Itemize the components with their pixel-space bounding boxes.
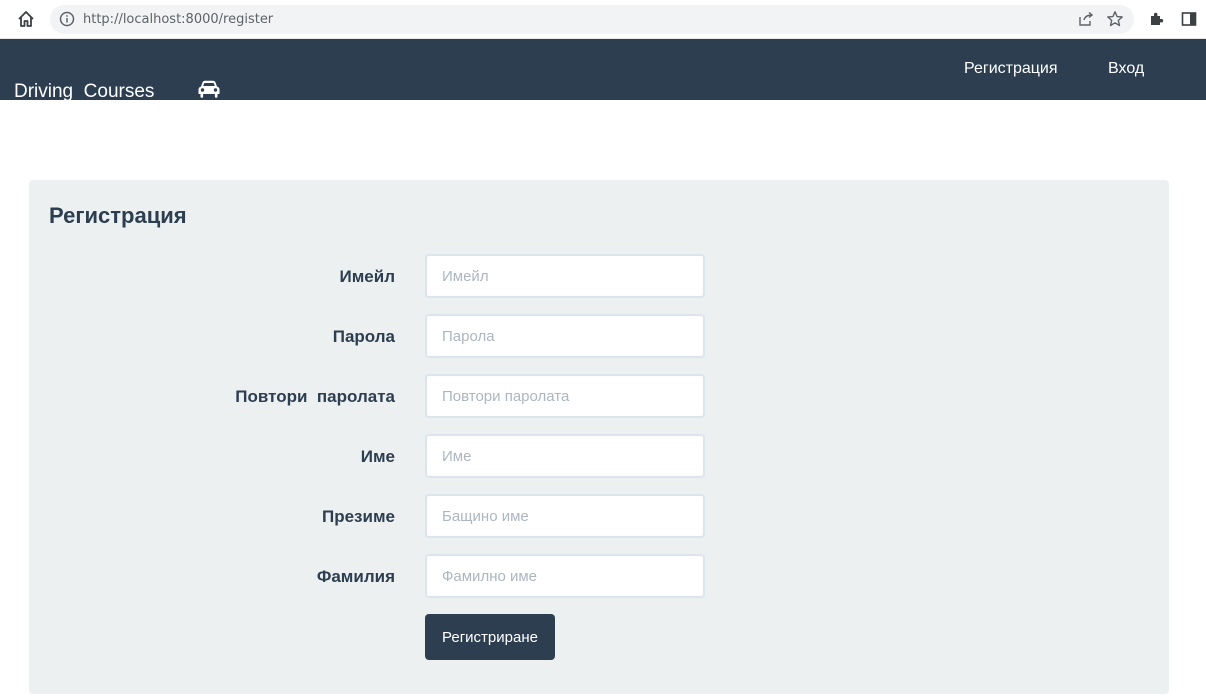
- registration-card: Регистрация Имейл Парола Повтори паролат…: [29, 180, 1169, 694]
- password-label: Парола: [332, 327, 395, 346]
- navbar: Driving Courses Регистрация Вход: [0, 39, 1206, 102]
- password-input[interactable]: [425, 314, 705, 358]
- middle-name-row: Презиме: [29, 494, 1169, 538]
- email-input[interactable]: [425, 254, 705, 298]
- first-name-label: Име: [360, 447, 395, 466]
- home-icon[interactable]: [16, 9, 36, 29]
- nav-login-link[interactable]: Вход: [1108, 60, 1144, 78]
- last-name-label: Фамилия: [316, 567, 395, 586]
- share-icon[interactable]: [1078, 11, 1094, 32]
- last-name-input[interactable]: [425, 554, 705, 598]
- brand-text: Driving Courses: [14, 81, 155, 102]
- email-label: Имейл: [339, 267, 396, 286]
- brand-link[interactable]: Driving Courses: [14, 58, 220, 126]
- browser-toolbar: http://localhost:8000/register: [0, 0, 1206, 39]
- page-title: Регистрация: [49, 203, 187, 228]
- url-text[interactable]: http://localhost:8000/register: [83, 12, 273, 27]
- password-row: Парола: [29, 314, 1169, 358]
- first-name-input[interactable]: [425, 434, 705, 478]
- puzzle-icon[interactable]: [1147, 9, 1167, 29]
- last-name-row: Фамилия: [29, 554, 1169, 598]
- repeat-password-label: Повтори паролата: [235, 387, 395, 406]
- middle-name-label: Презиме: [322, 507, 395, 526]
- register-button[interactable]: Регистриране: [425, 614, 555, 660]
- side-panel-icon[interactable]: [1179, 9, 1199, 29]
- car-icon: [162, 58, 220, 126]
- repeat-password-input[interactable]: [425, 374, 705, 418]
- nav-register-link[interactable]: Регистрация: [964, 60, 1058, 78]
- first-name-row: Име: [29, 434, 1169, 478]
- email-row: Имейл: [29, 254, 1169, 298]
- star-icon[interactable]: [1106, 10, 1124, 33]
- repeat-password-row: Повтори паролата: [29, 374, 1169, 418]
- address-bar[interactable]: http://localhost:8000/register: [50, 5, 1134, 34]
- info-icon[interactable]: [59, 11, 75, 27]
- middle-name-input[interactable]: [425, 494, 705, 538]
